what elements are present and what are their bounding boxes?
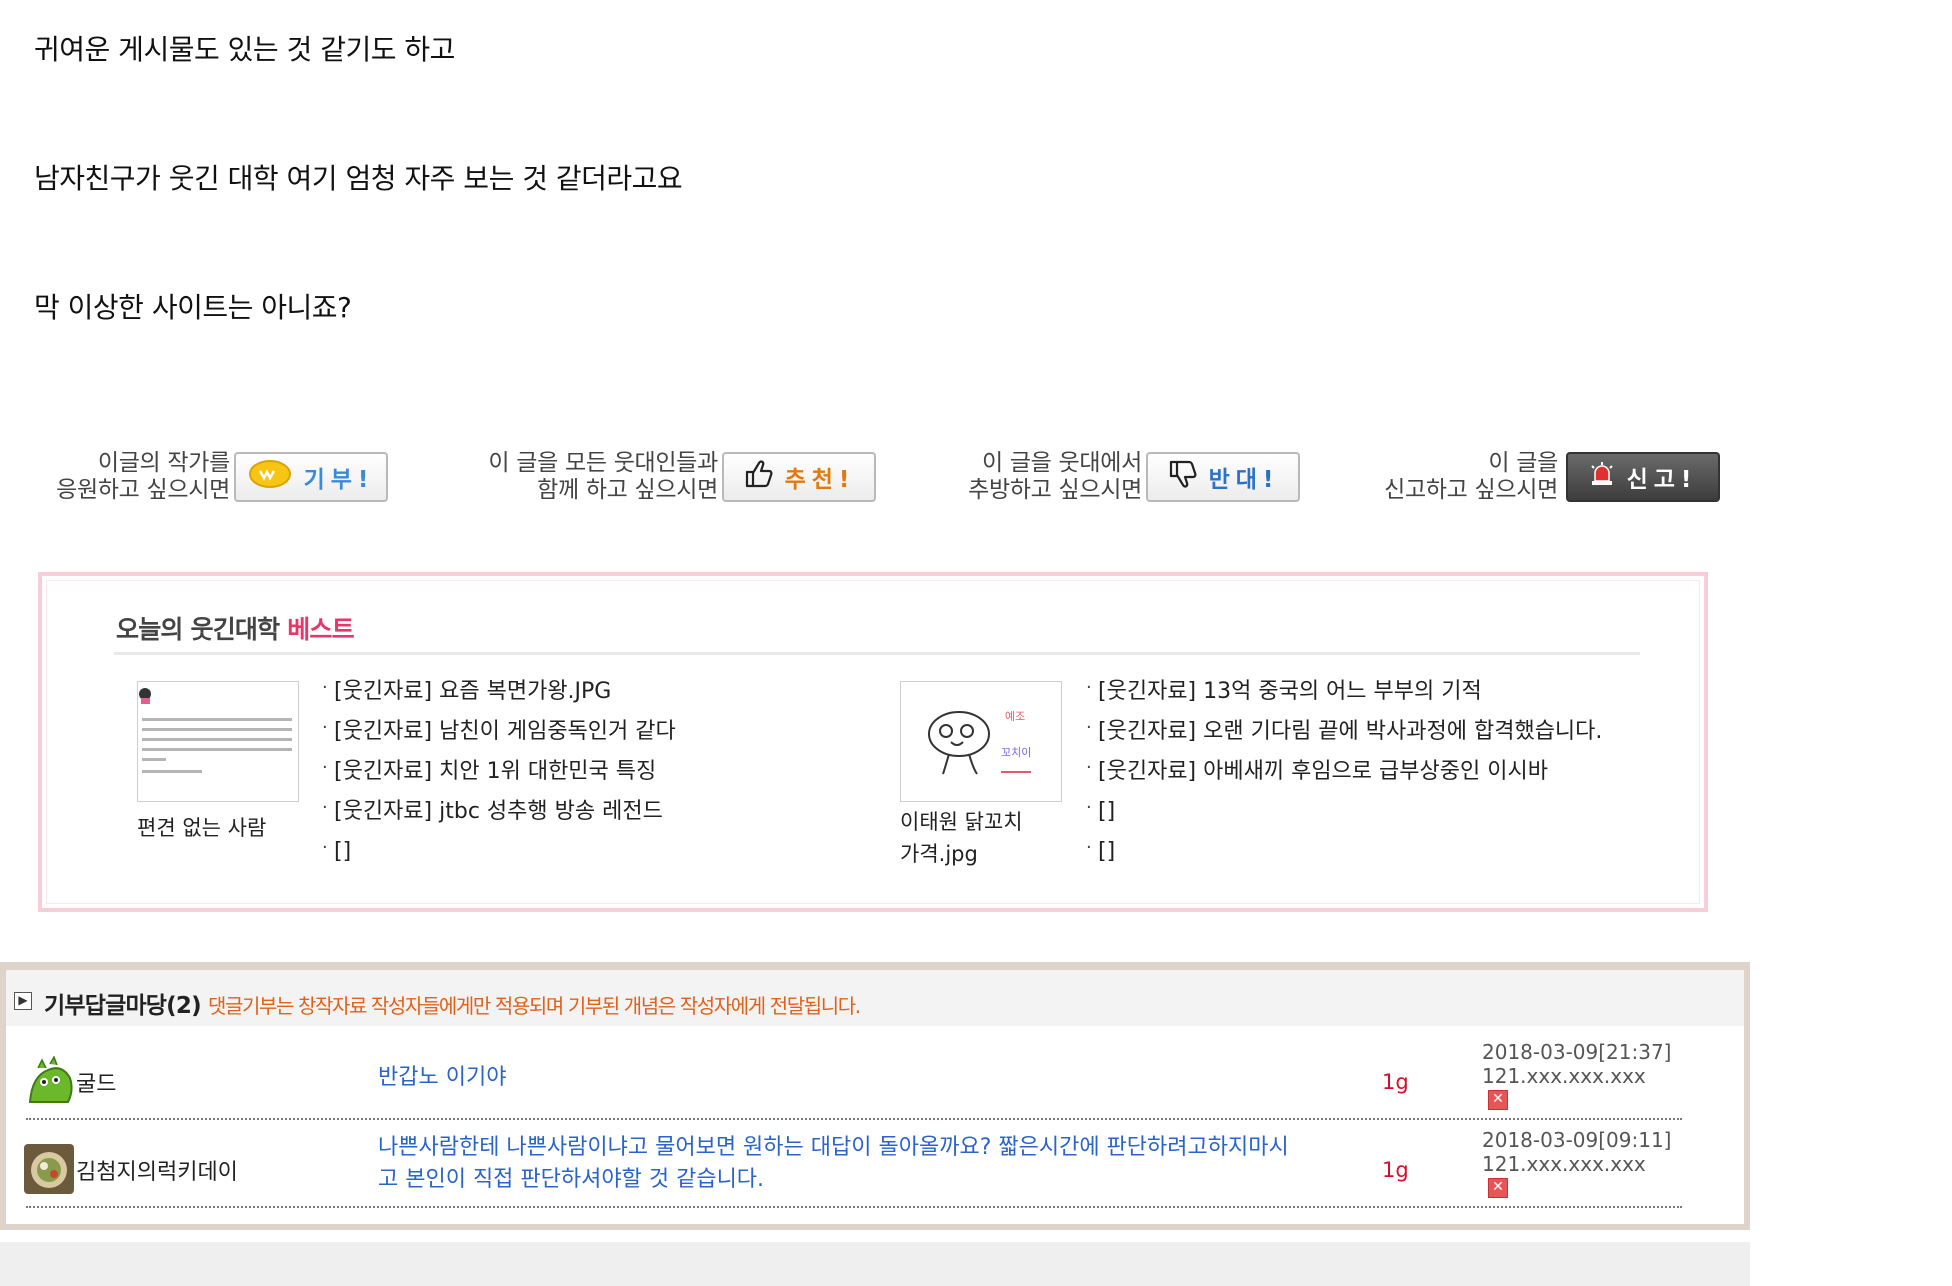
comment-points: 1g: [1382, 1070, 1409, 1094]
best-thumbnail[interactable]: [137, 681, 299, 802]
best-post-link[interactable]: [웃긴자료] 남친이 게임중독인거 같다: [322, 712, 676, 756]
best-post-list: [웃긴자료] 요즘 복면가왕.JPG [웃긴자료] 남친이 게임중독인거 같다 …: [322, 672, 676, 876]
oppose-button[interactable]: 반대!: [1146, 452, 1300, 502]
best-post-link[interactable]: []: [1086, 832, 1602, 876]
comment-row: 김첨지의럭키데이 나쁜사람한테 나쁜사람이냐고 물어보면 원하는 대답이 돌아올…: [20, 1128, 1680, 1212]
siren-icon: [1589, 461, 1615, 493]
best-post-link[interactable]: [웃긴자료] 아베새끼 후임으로 급부상중인 이시바: [1086, 752, 1602, 796]
report-button[interactable]: 신고!: [1566, 452, 1720, 502]
comments-header: ▶ 기부답글마당(2) 댓글기부는 창작자료 작성자들에게만 적용되며 기부된 …: [6, 970, 1744, 1026]
divider: [26, 1118, 1682, 1120]
svg-text:꼬치이: 꼬치이: [1001, 746, 1031, 759]
divider: [26, 1206, 1682, 1208]
post-text-line: 막 이상한 사이트는 아니죠?: [34, 291, 352, 324]
comment-date: 2018-03-09[09:11]: [1482, 1128, 1672, 1152]
comment-row: 굴드 반갑노 이기야 1g 2018-03-09[21:37] 121.xxx.…: [20, 1040, 1680, 1124]
comment-ip: 121.xxx.xxx.xxx: [1482, 1152, 1646, 1176]
delete-icon[interactable]: ✕: [1488, 1090, 1508, 1110]
comment-message: 나쁜사람한테 나쁜사람이냐고 물어보면 원하는 대답이 돌아올까요? 짧은시간에…: [378, 1135, 1289, 1192]
best-thumbnail-caption[interactable]: 편견 없는 사람: [137, 812, 266, 844]
comment-author[interactable]: 김첨지의럭키데이: [76, 1154, 238, 1186]
divider: [114, 652, 1640, 655]
post-text-line: 남자친구가 웃긴 대학 여기 엄청 자주 보는 것 같더라고요: [34, 162, 683, 195]
best-posts-panel: 오늘의 웃긴대학 베스트 편견 없는 사람 [웃긴자료] 요즘 복면가왕.JPG…: [38, 572, 1708, 912]
oppose-prompt: 이 글을 웃대에서 추방하고 싶으시면: [968, 450, 1142, 503]
report-action: 이 글을 신고하고 싶으시면 신고!: [1350, 450, 1720, 506]
best-post-link[interactable]: [웃긴자료] 오랜 기다림 끝에 박사과정에 합격했습니다.: [1086, 712, 1602, 756]
report-prompt: 이 글을 신고하고 싶으시면: [1384, 450, 1558, 503]
recommend-action: 이 글을 모든 웃대인들과 함께 하고 싶으시면 추천!: [440, 450, 876, 506]
comment-message: 반갑노 이기야: [378, 1065, 507, 1090]
avatar: [24, 1144, 74, 1194]
comment-points: 1g: [1382, 1158, 1409, 1182]
comment-author[interactable]: 굴드: [76, 1066, 116, 1098]
delete-icon[interactable]: ✕: [1488, 1178, 1508, 1198]
thumbs-down-icon: [1167, 458, 1197, 496]
best-post-link[interactable]: [웃긴자료] jtbc 성추행 방송 레전드: [322, 792, 676, 836]
best-thumbnail-caption[interactable]: 이태원 닭꼬치 가격.jpg: [900, 806, 1023, 870]
coin-icon: [248, 459, 292, 495]
best-thumbnail[interactable]: 예조 꼬치이: [900, 681, 1062, 802]
recommend-prompt: 이 글을 모든 웃대인들과 함께 하고 싶으시면: [488, 450, 718, 503]
comment-ip: 121.xxx.xxx.xxx: [1482, 1064, 1646, 1088]
donate-button[interactable]: 기부!: [234, 452, 388, 502]
best-post-link[interactable]: [웃긴자료] 13억 중국의 어느 부부의 기적: [1086, 672, 1602, 716]
best-panel-title: 오늘의 웃긴대학 베스트: [116, 615, 355, 644]
comment-form-area: [0, 1242, 1750, 1286]
donation-comments-panel: ▶ 기부답글마당(2) 댓글기부는 창작자료 작성자들에게만 적용되며 기부된 …: [0, 962, 1750, 1230]
svg-text:예조: 예조: [1005, 710, 1025, 723]
oppose-action: 이 글을 웃대에서 추방하고 싶으시면 반대!: [930, 450, 1300, 506]
best-post-link[interactable]: [웃긴자료] 요즘 복면가왕.JPG: [322, 672, 676, 716]
avatar: [24, 1056, 74, 1106]
best-post-link[interactable]: [웃긴자료] 치안 1위 대한민국 특징: [322, 752, 676, 796]
best-post-link[interactable]: []: [1086, 792, 1602, 836]
expand-icon[interactable]: ▶: [14, 992, 32, 1010]
thumbs-up-icon: [743, 458, 773, 496]
best-post-list: [웃긴자료] 13억 중국의 어느 부부의 기적 [웃긴자료] 오랜 기다림 끝…: [1086, 672, 1602, 876]
comment-date: 2018-03-09[21:37]: [1482, 1040, 1672, 1064]
recommend-button[interactable]: 추천!: [722, 452, 876, 502]
post-text-line: 귀여운 게시물도 있는 것 같기도 하고: [34, 33, 455, 66]
best-post-link[interactable]: []: [322, 832, 676, 876]
comments-note: 댓글기부는 창작자료 작성자들에게만 적용되며 기부된 개념은 작성자에게 전달…: [208, 994, 861, 1018]
donate-action: 이글의 작가를 응원하고 싶으시면 기부!: [18, 450, 388, 506]
comments-title: 기부답글마당(2): [44, 993, 202, 1019]
donate-prompt: 이글의 작가를 응원하고 싶으시면: [56, 450, 230, 503]
